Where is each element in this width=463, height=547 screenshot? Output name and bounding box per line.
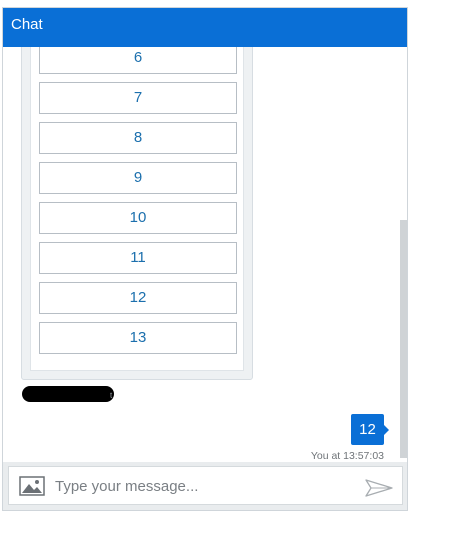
option-button[interactable]: 6 [39, 47, 237, 74]
scrollbar-thumb[interactable] [400, 220, 407, 458]
option-button[interactable]: 10 [39, 202, 237, 234]
option-button[interactable]: 13 [39, 322, 237, 354]
option-button[interactable]: 7 [39, 82, 237, 114]
message-timestamp: You at 13:57:03 [310, 450, 384, 462]
option-button[interactable]: 8 [39, 122, 237, 154]
image-icon[interactable] [19, 476, 45, 496]
option-button[interactable]: 11 [39, 242, 237, 274]
option-button[interactable]: 12 [39, 282, 237, 314]
composer-bar [3, 462, 407, 510]
send-icon[interactable] [364, 478, 394, 498]
bubble-tail [384, 425, 389, 435]
chat-header: Chat [3, 8, 407, 47]
message-list: 6 7 8 9 10 11 12 13 t 12 You at 13:57:03 [3, 47, 407, 462]
options-list: 6 7 8 9 10 11 12 13 [30, 47, 244, 371]
user-message-bubble: 12 [351, 414, 384, 445]
chat-window: Chat 6 7 8 9 10 11 12 13 t 12 You at 13:… [2, 7, 408, 511]
options-card: 6 7 8 9 10 11 12 13 [21, 47, 253, 380]
option-button[interactable]: 9 [39, 162, 237, 194]
chat-title: Chat [11, 16, 43, 33]
redacted-sender-label [22, 386, 114, 402]
composer-box [8, 466, 403, 505]
message-input[interactable] [55, 473, 355, 499]
redacted-label-tail: t [110, 391, 113, 400]
